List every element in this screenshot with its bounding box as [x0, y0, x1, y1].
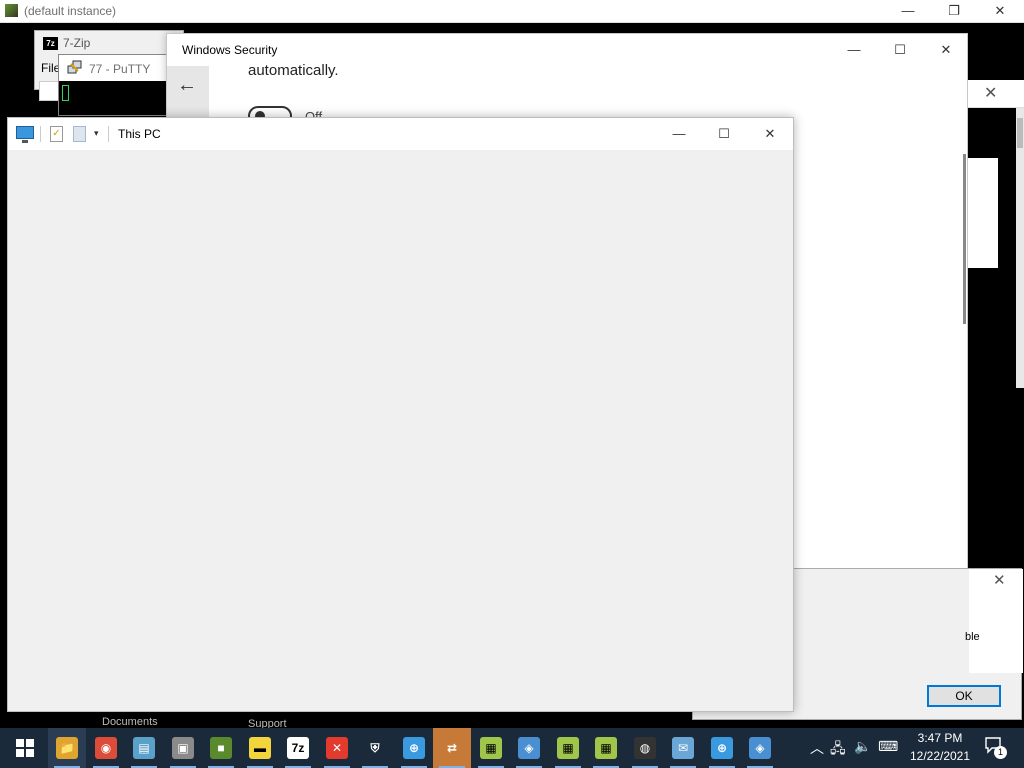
file-explorer-icon: 📁: [56, 737, 78, 759]
background-dialog[interactable]: ✕: [968, 80, 1024, 570]
background-dialog-close-button[interactable]: ✕: [984, 83, 997, 103]
new-folder-icon[interactable]: [73, 126, 86, 142]
taskbar-chrome-button[interactable]: ◉: [87, 728, 125, 768]
this-pc-close-button[interactable]: ✕: [747, 118, 793, 150]
security-minimize-button[interactable]: —: [831, 36, 877, 64]
7zip-list-icon: [39, 81, 59, 101]
terminal-cursor: [62, 85, 69, 101]
taskbar-minecraft-button[interactable]: ■: [202, 728, 240, 768]
host-minimize-button[interactable]: —: [885, 0, 931, 23]
putty-titlebar[interactable]: 77 - PuTTY: [59, 55, 171, 81]
taskbar-libreoffice-calc-3-button[interactable]: ▦: [587, 728, 625, 768]
7zip-icon: 7z: [43, 37, 58, 50]
libreoffice-calc-2-icon: ▦: [557, 737, 579, 759]
message-dialog-close-button[interactable]: ✕: [993, 571, 1006, 589]
quick-access-dropdown-icon[interactable]: ▾: [94, 128, 99, 139]
system-tray: ︿ 🖧 🔈 ⌨ 3:47 PM 12/22/2021 1: [800, 728, 1024, 768]
scrollbar-thumb[interactable]: [1017, 118, 1023, 148]
taskbar-7zip-button[interactable]: 7z: [279, 728, 317, 768]
windows-security-title: Windows Security: [182, 43, 278, 57]
globe-app-icon: ⊕: [403, 737, 425, 759]
this-pc-title: This PC: [118, 127, 161, 141]
security-close-button[interactable]: ✕: [923, 36, 969, 64]
7zip-icon: 7z: [287, 737, 309, 759]
taskbar-globe-app-2-button[interactable]: ⊕: [703, 728, 741, 768]
this-pc-maximize-button[interactable]: ☐: [701, 118, 747, 150]
ok-button[interactable]: OK: [927, 685, 1001, 707]
taskbar-globe-app-button[interactable]: ⊕: [395, 728, 433, 768]
taskbar-putty-button[interactable]: ⇄: [433, 728, 471, 768]
background-remnant: Documents Support: [90, 712, 450, 730]
mail-app-icon: ✉: [672, 737, 694, 759]
remote-desktop-2-icon: ◈: [749, 737, 771, 759]
security-setting-text: automatically.: [248, 62, 339, 79]
start-button[interactable]: [4, 728, 46, 768]
computer-icon: [16, 126, 34, 143]
taskbar-notebook-app-button[interactable]: ▤: [125, 728, 163, 768]
this-pc-titlebar[interactable]: ✓ ▾ This PC — ☐ ✕: [8, 118, 793, 150]
clock-date[interactable]: 12/22/2021: [906, 749, 974, 763]
notification-count-badge: 1: [994, 746, 1007, 759]
taskbar-remote-desktop-2-button[interactable]: ◈: [741, 728, 779, 768]
network-icon[interactable]: 🖧: [830, 738, 846, 762]
globe-dark-icon: ◍: [634, 737, 656, 759]
background-dialog-titlebar: ✕: [968, 80, 1024, 108]
taskbar-windows-security-button[interactable]: ⛨: [356, 728, 394, 768]
sticky-notes-icon: ▬: [249, 737, 271, 759]
this-pc-minimize-button[interactable]: —: [656, 118, 702, 150]
taskbar-network-drive-button[interactable]: ▣: [164, 728, 202, 768]
toolbar-separator: [108, 126, 109, 142]
taskbar-remote-desktop-1-button[interactable]: ◈: [510, 728, 548, 768]
back-arrow-icon[interactable]: ←: [177, 74, 197, 97]
this-pc-window[interactable]: ✓ ▾ This PC — ☐ ✕: [7, 117, 794, 712]
volume-muted-icon[interactable]: 🔈: [854, 738, 871, 755]
notification-center-button[interactable]: 1: [984, 736, 1007, 759]
libreoffice-calc-1-icon: ▦: [480, 737, 502, 759]
keyboard-icon[interactable]: ⌨: [878, 738, 898, 755]
windows-security-icon: ⛨: [364, 737, 386, 759]
taskbar-globe-dark-button[interactable]: ◍: [626, 728, 664, 768]
remote-desktop-1-icon: ◈: [518, 737, 540, 759]
background-dialog-panel: [968, 158, 998, 268]
putty-icon: [67, 60, 82, 74]
taskbar-libreoffice-calc-2-button[interactable]: ▦: [549, 728, 587, 768]
host-restore-button[interactable]: ❐: [931, 0, 977, 23]
putty-title: 77 - PuTTY: [89, 62, 151, 76]
host-window-titlebar: (default instance) — ❐ ✕: [0, 0, 1024, 23]
chevron-up-icon[interactable]: ︿: [810, 738, 824, 758]
message-dialog-text: ble: [965, 631, 980, 643]
globe-app-2-icon: ⊕: [711, 737, 733, 759]
chrome-icon: ◉: [95, 737, 117, 759]
taskbar-error-app-button[interactable]: ✕: [318, 728, 356, 768]
minecraft-app-icon: [5, 4, 18, 17]
error-app-icon: ✕: [326, 737, 348, 759]
putty-icon: ⇄: [441, 737, 463, 759]
taskbar-mail-app-button[interactable]: ✉: [664, 728, 702, 768]
taskbar-libreoffice-calc-1-button[interactable]: ▦: [472, 728, 510, 768]
documents-label: Documents: [102, 716, 158, 728]
taskbar-file-explorer-button[interactable]: 📁: [48, 728, 86, 768]
background-dialog-scrollbar[interactable]: [1016, 108, 1024, 388]
toolbar-separator: [40, 126, 41, 142]
network-drive-icon: ▣: [172, 737, 194, 759]
windows-logo-icon: [16, 739, 34, 757]
host-close-button[interactable]: ✕: [977, 0, 1023, 23]
7zip-title: 7-Zip: [63, 36, 91, 50]
minecraft-icon: ■: [210, 737, 232, 759]
clock-time[interactable]: 3:47 PM: [910, 731, 970, 745]
notebook-app-icon: ▤: [133, 737, 155, 759]
taskbar-sticky-notes-button[interactable]: ▬: [241, 728, 279, 768]
properties-icon[interactable]: ✓: [50, 126, 63, 142]
putty-window[interactable]: 77 - PuTTY: [58, 54, 171, 116]
libreoffice-calc-3-icon: ▦: [595, 737, 617, 759]
security-scrollbar[interactable]: [963, 154, 966, 324]
host-window-title: (default instance): [24, 4, 117, 18]
security-maximize-button[interactable]: ☐: [877, 36, 923, 64]
